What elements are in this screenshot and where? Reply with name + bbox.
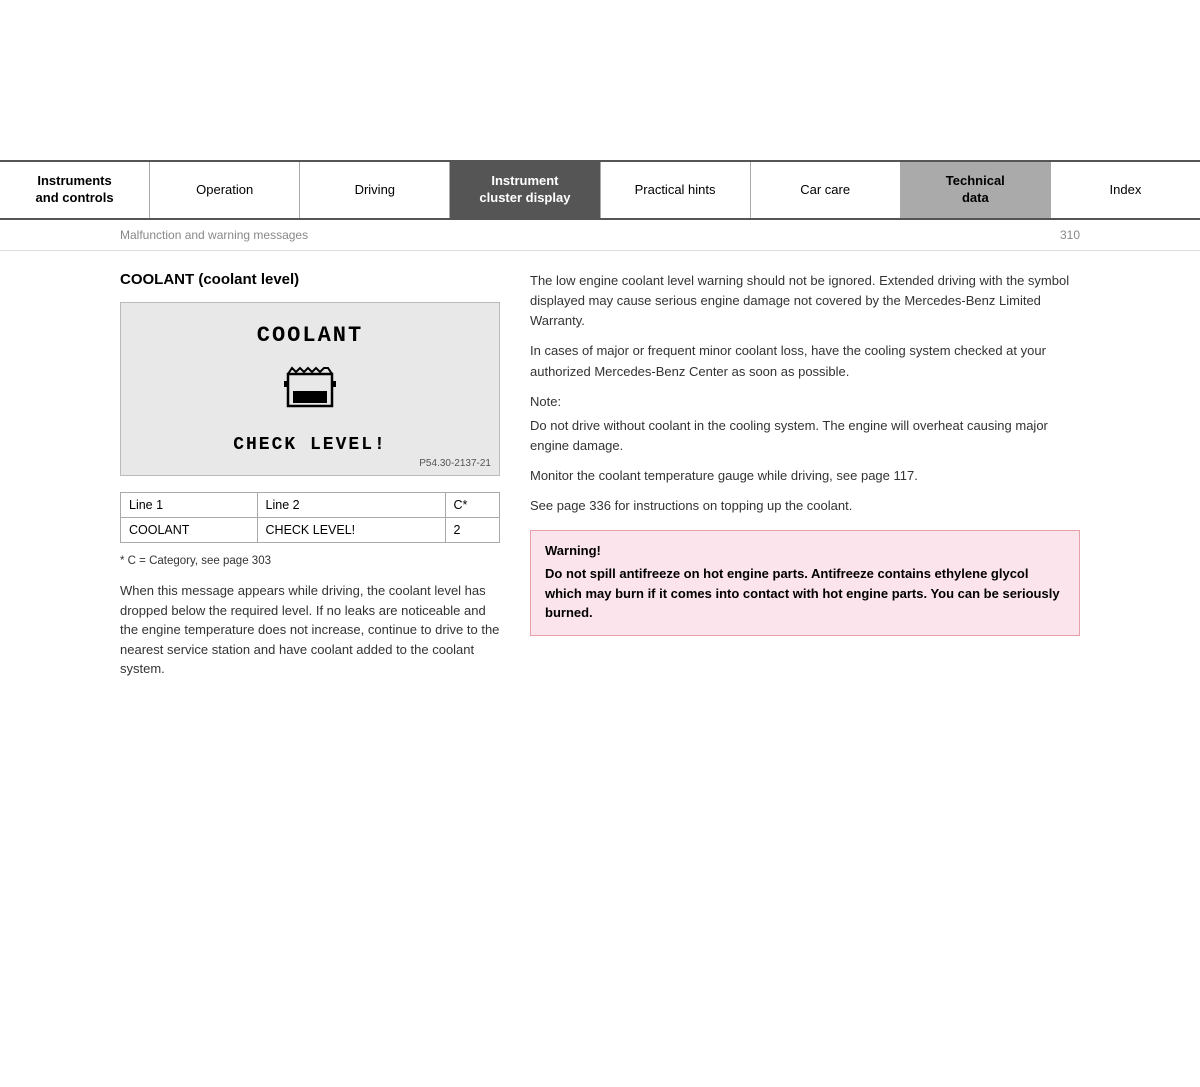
nav-item-technical-data[interactable]: Technicaldata [901,162,1051,218]
warning-box: Warning! Do not spill antifreeze on hot … [530,530,1080,636]
warning-text: Do not spill antifreeze on hot engine pa… [545,564,1065,623]
table-header-line2: Line 2 [257,493,445,518]
table-cell-line2: CHECK LEVEL! [257,518,445,543]
right-para4: Monitor the coolant temperature gauge wh… [530,466,1080,486]
navigation-bar: Instrumentsand controls Operation Drivin… [0,160,1200,220]
image-ref: P54.30-2137-21 [419,458,491,469]
coolant-display-box: COOLANT CHECK LEVEL! P54.30-2137-21 [120,302,500,476]
table-row: COOLANT CHECK LEVEL! 2 [121,518,500,543]
note-label: Note: [530,392,1080,412]
nav-item-instruments[interactable]: Instrumentsand controls [0,162,150,218]
main-content: COOLANT (coolant level) COOLANT CHECK LE… [0,251,1200,699]
coolant-table: Line 1 Line 2 C* COOLANT CHECK LEVEL! 2 [120,492,500,543]
left-column: COOLANT (coolant level) COOLANT CHECK LE… [120,271,500,679]
left-description: When this message appears while driving,… [120,581,500,679]
coolant-icon [280,366,340,416]
table-header-category: C* [445,493,500,518]
breadcrumb: Malfunction and warning messages [120,228,308,242]
nav-item-driving[interactable]: Driving [300,162,450,218]
nav-item-practical-hints[interactable]: Practical hints [601,162,751,218]
right-para5: See page 336 for instructions on topping… [530,496,1080,516]
nav-item-car-care[interactable]: Car care [751,162,901,218]
coolant-display-label: COOLANT [141,323,479,348]
right-para3: Do not drive without coolant in the cool… [530,416,1080,456]
right-para2: In cases of major or frequent minor cool… [530,341,1080,381]
page-number: 310 [1060,228,1080,242]
nav-item-index[interactable]: Index [1051,162,1200,218]
table-cell-category: 2 [445,518,500,543]
section-title: COOLANT (coolant level) [120,271,500,288]
check-level-text: CHECK LEVEL! [141,435,479,455]
table-cell-line1: COOLANT [121,518,258,543]
table-header-line1: Line 1 [121,493,258,518]
nav-item-operation[interactable]: Operation [150,162,300,218]
nav-item-instrument-cluster[interactable]: Instrumentcluster display [450,162,600,218]
footnote: * C = Category, see page 303 [120,555,500,567]
warning-title: Warning! [545,543,1065,558]
right-column: The low engine coolant level warning sho… [530,271,1080,679]
page-header: Malfunction and warning messages 310 [0,220,1200,251]
right-para1: The low engine coolant level warning sho… [530,271,1080,331]
